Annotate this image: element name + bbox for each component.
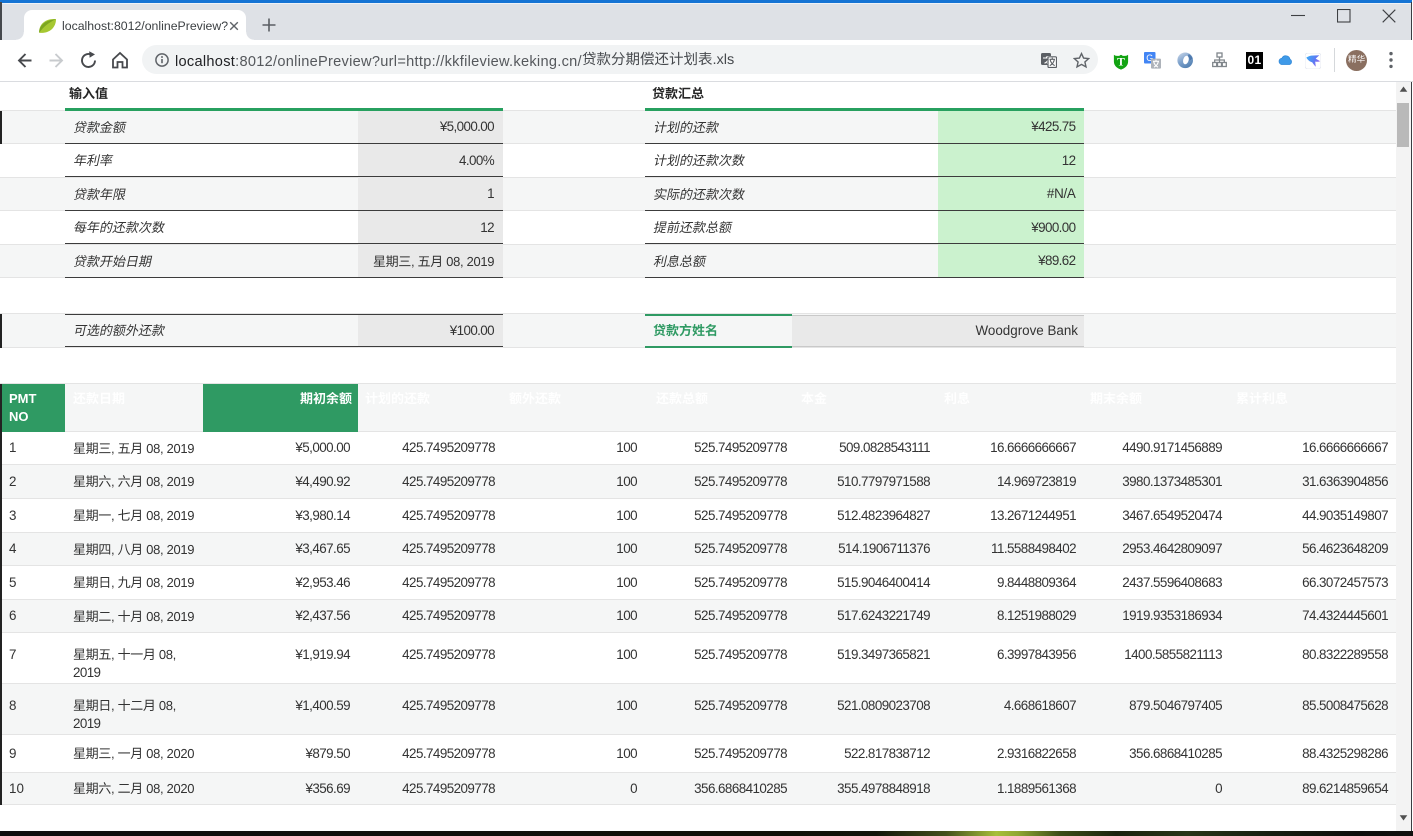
svg-text:T: T bbox=[1117, 56, 1125, 68]
